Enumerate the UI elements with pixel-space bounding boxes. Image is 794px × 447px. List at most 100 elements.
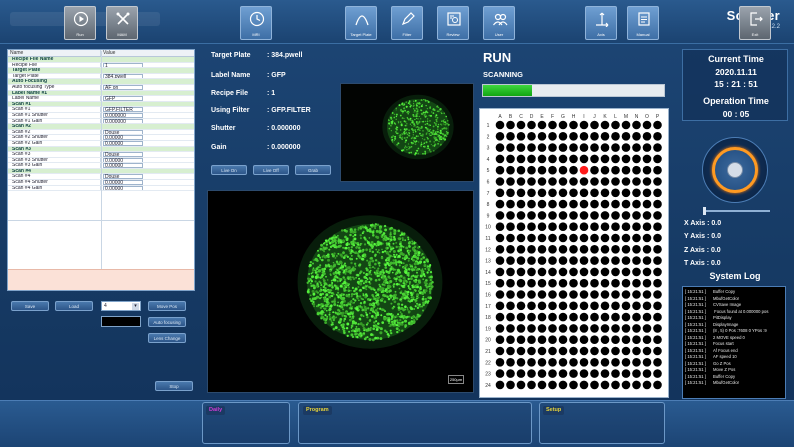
run-button[interactable]: Run	[64, 6, 96, 40]
well[interactable]	[632, 324, 641, 333]
well[interactable]	[569, 346, 578, 356]
well[interactable]	[516, 346, 526, 356]
well[interactable]	[642, 267, 652, 277]
well[interactable]	[569, 154, 578, 164]
well[interactable]	[516, 222, 526, 231]
well[interactable]	[653, 233, 662, 243]
well[interactable]	[642, 211, 652, 220]
well[interactable]	[611, 199, 620, 209]
well[interactable]	[558, 132, 568, 141]
well[interactable]	[516, 256, 526, 265]
well[interactable]	[558, 380, 568, 390]
well-plate-map[interactable]: A B C D E F G H I J K L M N O P 1 2 3 4 5 6 7 8 9 10 11 12 13 14 15 16 1…	[479, 108, 669, 398]
well[interactable]	[516, 177, 526, 186]
well[interactable]	[495, 324, 505, 333]
well[interactable]	[537, 177, 547, 186]
well[interactable]	[653, 267, 662, 277]
well[interactable]	[506, 267, 515, 277]
well[interactable]	[506, 346, 515, 356]
well[interactable]	[642, 324, 652, 333]
well[interactable]	[653, 188, 662, 198]
well[interactable]	[495, 222, 505, 231]
well[interactable]	[653, 165, 662, 175]
well[interactable]	[495, 165, 505, 175]
well[interactable]	[590, 301, 599, 311]
well[interactable]	[558, 154, 568, 164]
well[interactable]	[621, 233, 631, 243]
well[interactable]	[600, 211, 610, 220]
property-value[interactable]: 1	[103, 62, 143, 68]
well[interactable]	[527, 324, 536, 333]
live-off-button[interactable]: Live Off	[253, 165, 289, 175]
well[interactable]	[621, 154, 631, 164]
well[interactable]	[611, 358, 620, 367]
well[interactable]	[537, 211, 547, 220]
well[interactable]	[621, 120, 631, 130]
save-button[interactable]: Save	[11, 301, 49, 311]
well[interactable]	[600, 312, 610, 322]
well[interactable]	[621, 267, 631, 277]
joystick-ring[interactable]	[712, 147, 758, 193]
well[interactable]	[516, 120, 526, 130]
well[interactable]	[495, 199, 505, 209]
well[interactable]	[653, 312, 662, 322]
well[interactable]	[642, 233, 652, 243]
well[interactable]	[537, 222, 547, 231]
well[interactable]	[527, 154, 536, 164]
well[interactable]	[621, 165, 631, 175]
well[interactable]	[579, 335, 589, 344]
well[interactable]	[516, 132, 526, 141]
well[interactable]	[611, 369, 620, 378]
well[interactable]	[548, 165, 557, 175]
well[interactable]	[506, 165, 515, 175]
well[interactable]	[600, 278, 610, 288]
well[interactable]	[527, 199, 536, 209]
stop-button[interactable]: Stop	[155, 381, 193, 391]
well[interactable]	[516, 290, 526, 299]
well[interactable]	[579, 267, 589, 277]
load-button[interactable]: Load	[55, 301, 93, 311]
well[interactable]	[558, 188, 568, 198]
well[interactable]	[506, 188, 515, 198]
property-value[interactable]: AF on	[103, 84, 143, 90]
well[interactable]	[495, 278, 505, 288]
well[interactable]	[632, 211, 641, 220]
well[interactable]	[579, 154, 589, 164]
property-value-cell[interactable]: Douse	[101, 129, 194, 135]
well[interactable]	[590, 177, 599, 186]
well[interactable]	[611, 335, 620, 344]
well[interactable]	[527, 278, 536, 288]
well[interactable]	[600, 267, 610, 277]
well[interactable]	[537, 199, 547, 209]
well[interactable]	[527, 267, 536, 277]
well[interactable]	[558, 222, 568, 231]
target-plate-button[interactable]: Target Plate	[345, 6, 377, 40]
well[interactable]	[600, 165, 610, 175]
well[interactable]	[590, 312, 599, 322]
well[interactable]	[611, 165, 620, 175]
well[interactable]	[590, 222, 599, 231]
joystick-center-button[interactable]	[727, 162, 743, 178]
well[interactable]	[506, 301, 515, 311]
well[interactable]	[558, 278, 568, 288]
well[interactable]	[537, 358, 547, 367]
well[interactable]	[621, 245, 631, 254]
well[interactable]	[548, 301, 557, 311]
property-value[interactable]: 0.000000	[103, 118, 143, 124]
well[interactable]	[548, 380, 557, 390]
well[interactable]	[632, 132, 641, 141]
well[interactable]	[600, 188, 610, 198]
user-button[interactable]: User	[483, 6, 515, 40]
well[interactable]	[527, 120, 536, 130]
well[interactable]	[495, 188, 505, 198]
well[interactable]	[653, 290, 662, 299]
well[interactable]	[632, 199, 641, 209]
property-value[interactable]: 0.000000	[103, 112, 143, 118]
well[interactable]	[506, 369, 515, 378]
well[interactable]	[527, 245, 536, 254]
well[interactable]	[558, 120, 568, 130]
well[interactable]	[653, 301, 662, 311]
chevron-down-icon[interactable]: ▾	[132, 303, 139, 310]
well[interactable]	[516, 143, 526, 152]
well[interactable]	[632, 256, 641, 265]
